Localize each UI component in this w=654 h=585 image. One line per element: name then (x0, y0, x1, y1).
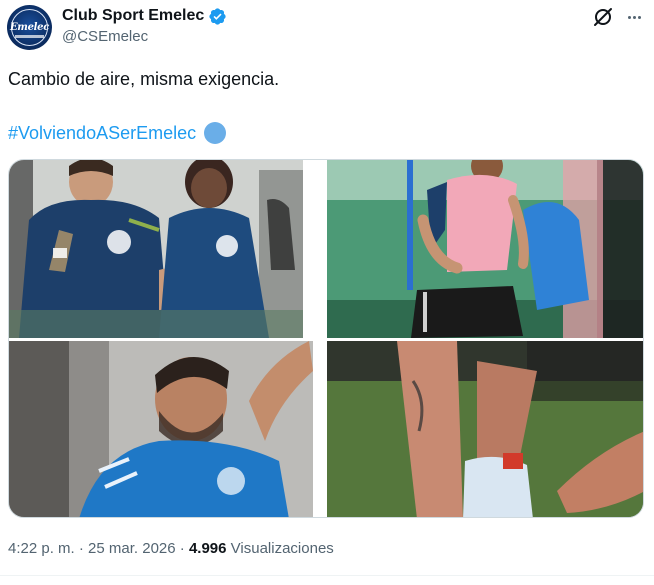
media-gutter (303, 160, 327, 338)
tweet-header: Emelec Club Sport Emelec @CSEmelec (0, 0, 654, 56)
player-closeup-illustration (9, 341, 313, 517)
more-dot (637, 15, 641, 19)
views-label: Visualizaciones (230, 540, 334, 557)
divider (0, 575, 654, 576)
hashtag-row: #VolviendoASerEmelec (8, 121, 227, 145)
avatar-stripe (15, 35, 44, 38)
hashflag-icon (204, 122, 227, 144)
media-gutter (313, 341, 327, 517)
ankle-stretch-photo[interactable] (327, 341, 643, 517)
more-options-icon[interactable] (622, 5, 646, 29)
hashtag-link[interactable]: #VolviendoASerEmelec (8, 121, 196, 145)
player-closeup-photo[interactable] (9, 341, 313, 517)
player-bib-photo[interactable] (327, 160, 643, 338)
more-dot (632, 15, 636, 19)
more-dot (627, 15, 631, 19)
avatar-logo-text: Emelec (9, 22, 49, 33)
tweet-metadata: 4:22 p. m. · 25 mar. 2026 · 4.996 Visual… (8, 540, 334, 557)
meta-separator: · (74, 540, 89, 557)
tweet-date[interactable]: 25 mar. 2026 (88, 540, 176, 557)
grok-icon[interactable] (591, 5, 615, 29)
verified-badge-icon (209, 7, 226, 25)
author-name-row: Club Sport Emelec (62, 5, 227, 27)
tweet-time[interactable]: 4:22 p. m. (8, 540, 75, 557)
media-grid (8, 159, 644, 518)
players-running-illustration (9, 160, 303, 338)
author-handle[interactable]: @CSEmelec (62, 28, 148, 45)
view-count: 4.996 (188, 540, 227, 557)
author-display-name[interactable]: Club Sport Emelec (62, 7, 204, 25)
avatar[interactable]: Emelec (7, 5, 52, 50)
players-running-photo[interactable] (9, 160, 303, 338)
player-bib-illustration (327, 160, 643, 338)
tweet-text: Cambio de aire, misma exigencia. (8, 69, 280, 89)
meta-separator: · (175, 540, 189, 557)
ankle-stretch-illustration (327, 341, 643, 517)
